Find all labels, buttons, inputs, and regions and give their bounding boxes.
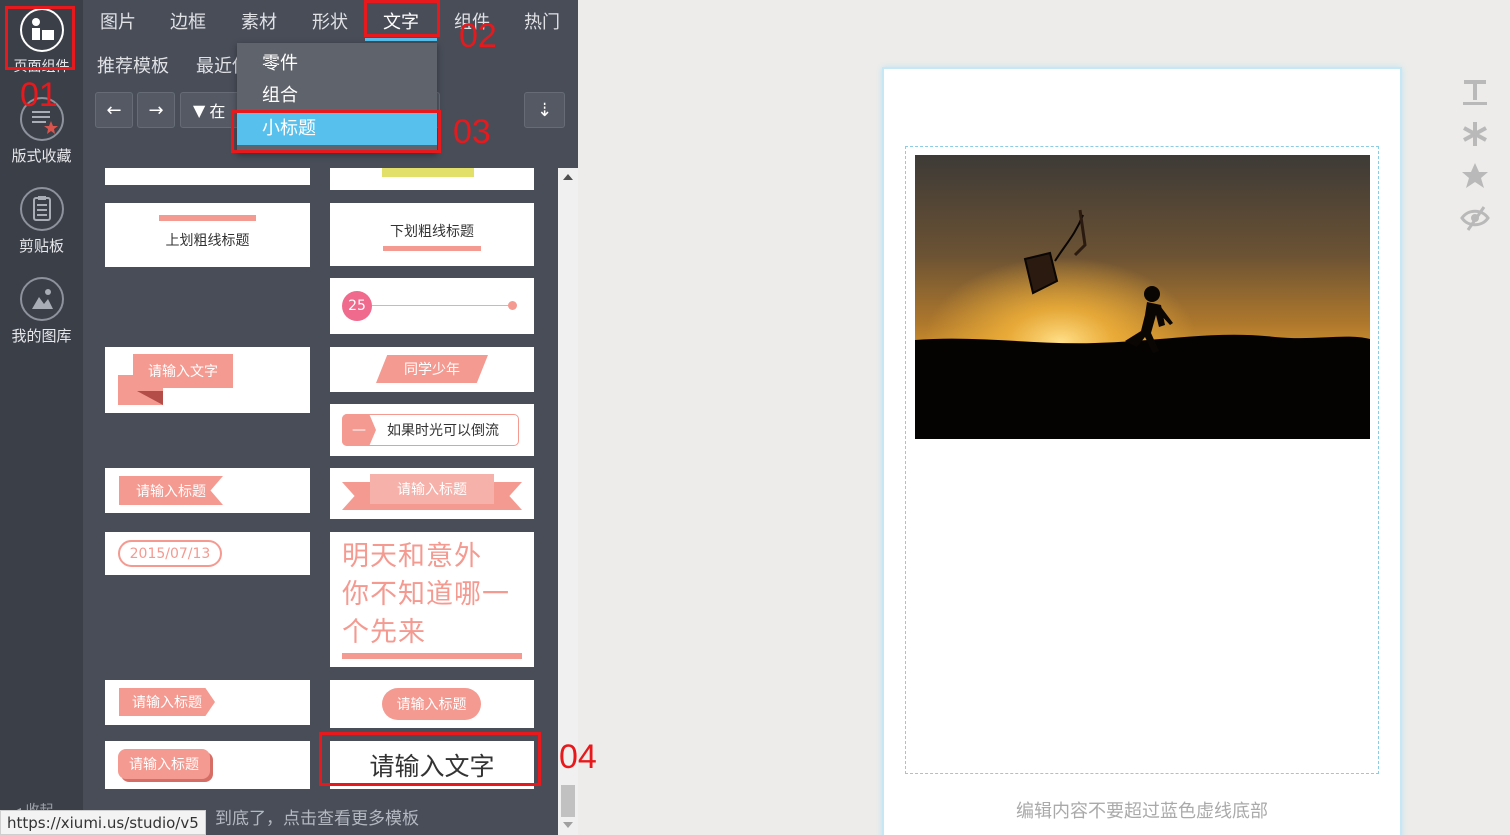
dropdown-item-combo[interactable]: 组合 <box>237 80 437 112</box>
annotation-number-03: 03 <box>453 113 491 151</box>
template-card-banner-title[interactable]: 请输入标题 <box>330 468 534 519</box>
template-card-rounded-title[interactable]: 请输入标题 <box>330 680 534 728</box>
template-card-ribbon[interactable]: 请输入文字 <box>105 347 310 413</box>
scroll-thumb[interactable] <box>561 785 575 817</box>
template-card-date[interactable]: 2015/07/13 <box>105 532 310 575</box>
poem-line: 个先来 <box>342 617 426 648</box>
annotation-number-01: 01 <box>20 76 58 114</box>
sort-icon: ⇣ <box>536 99 553 121</box>
active-tab-indicator <box>365 38 437 41</box>
thick-line <box>342 653 522 659</box>
number-badge: 25 <box>342 291 372 321</box>
text-tool-icon[interactable] <box>1460 77 1490 107</box>
thick-line <box>383 246 481 251</box>
arrow-left-icon: ← <box>106 99 122 121</box>
scroll-up-icon[interactable] <box>563 174 573 180</box>
ribbon-fold <box>137 391 163 405</box>
tab-material[interactable]: 素材 <box>241 8 277 34</box>
tab-border[interactable]: 边框 <box>170 8 206 34</box>
template-card[interactable] <box>330 168 534 190</box>
arrow-right-icon: → <box>148 99 164 121</box>
dot <box>508 301 517 310</box>
hide-eye-icon[interactable] <box>1460 203 1490 233</box>
tab-shape[interactable]: 形状 <box>312 8 348 34</box>
card-title: 下划粗线标题 <box>390 224 474 240</box>
annotation-box-02 <box>364 0 440 37</box>
dropdown-item-parts[interactable]: 零件 <box>237 48 437 80</box>
date-pill: 2015/07/13 <box>118 540 222 567</box>
thick-line <box>159 215 256 221</box>
yellow-bar <box>382 168 474 177</box>
filter-icon: ▼ <box>193 100 206 120</box>
annotation-box-04 <box>319 732 541 786</box>
card-title: 同学少年 <box>376 355 488 383</box>
back-button[interactable]: ← <box>95 92 133 128</box>
template-card-number-line[interactable]: 25 <box>330 278 534 334</box>
template-card-time-flow[interactable]: — 如果时光可以倒流 <box>330 404 534 456</box>
filter-label: 在 <box>209 102 226 121</box>
asterisk-tool-icon[interactable] <box>1460 119 1490 149</box>
poem-text: 明天和意外 你不知道哪一 个先来 <box>342 538 510 652</box>
canvas-footer-hint: 编辑内容不要超过蓝色虚线底部 <box>1016 801 1268 822</box>
star-tool-icon[interactable] <box>1460 161 1490 191</box>
card-title: 请输入标题 <box>118 749 210 779</box>
annotation-box-01 <box>5 6 75 70</box>
left-icon-rail: 页面组件 版式收藏 剪贴板 我的图库 <box>0 0 83 835</box>
poem-line: 你不知道哪一 <box>342 579 510 610</box>
template-card[interactable] <box>105 168 310 185</box>
poem-line: 明天和意外 <box>342 541 482 572</box>
tab-image[interactable]: 图片 <box>100 8 136 34</box>
annotation-number-02: 02 <box>459 17 497 55</box>
status-bar-url: https://xiumi.us/studio/v5 <box>0 810 206 835</box>
panel-scrollbar[interactable] <box>558 168 578 835</box>
rail-item-label: 版式收藏 <box>11 147 72 165</box>
card-title: 请输入文字 <box>133 354 233 388</box>
card-title: 上划粗线标题 <box>165 233 250 249</box>
card-title: 请输入标题 <box>119 476 223 505</box>
template-card-top-underline[interactable]: 上划粗线标题 <box>105 203 310 267</box>
template-card-slant[interactable]: 同学少年 <box>330 347 534 392</box>
template-card-poem[interactable]: 明天和意外 你不知道哪一 个先来 <box>330 532 534 667</box>
rail-item-clipboard[interactable]: 剪贴板 <box>0 187 83 256</box>
clipboard-icon <box>19 187 64 231</box>
template-card-list: 上划粗线标题 下划粗线标题 25 请输入文字 同学少年 — 如果时光可以倒流 请… <box>83 168 561 798</box>
card-title: 请输入标题 <box>382 688 481 720</box>
dash-badge: — <box>342 414 376 446</box>
card-title: 如果时光可以倒流 <box>387 423 499 439</box>
forward-button[interactable]: → <box>137 92 175 128</box>
divider-line <box>372 305 512 306</box>
gallery-mountain-icon <box>19 277 64 321</box>
subtab-recommended[interactable]: 推荐模板 <box>97 52 169 78</box>
template-card-shadow-title[interactable]: 请输入标题 <box>105 741 310 789</box>
template-card-bottom-underline[interactable]: 下划粗线标题 <box>330 203 534 266</box>
sunset-kite-photo[interactable] <box>915 155 1370 439</box>
load-more-tip[interactable]: 到底了，点击查看更多模板 <box>215 804 419 829</box>
template-card-arrow-title-2[interactable]: 请输入标题 <box>105 680 310 725</box>
rail-item-label: 我的图库 <box>11 327 72 345</box>
rail-item-my-gallery[interactable]: 我的图库 <box>0 277 83 346</box>
card-title: 请输入标题 <box>119 688 215 716</box>
tab-hot[interactable]: 热门 <box>524 8 560 34</box>
rail-item-label: 剪贴板 <box>18 237 64 255</box>
annotation-number-04: 04 <box>559 738 597 776</box>
sort-button[interactable]: ⇣ <box>524 92 565 128</box>
card-title: 请输入标题 <box>370 474 494 504</box>
scroll-down-icon[interactable] <box>563 822 573 828</box>
annotation-box-03 <box>231 110 441 153</box>
template-card-arrow-title[interactable]: 请输入标题 <box>105 468 310 513</box>
